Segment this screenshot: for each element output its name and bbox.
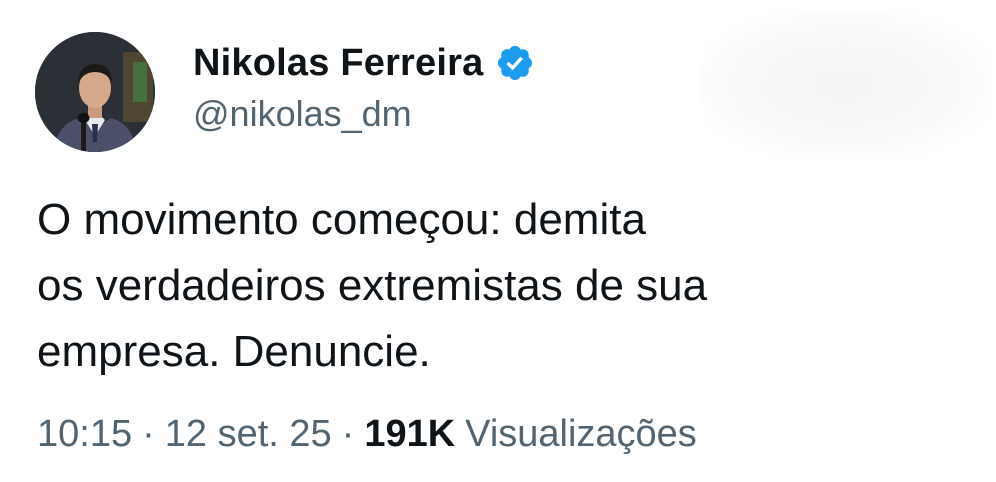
tweet-text-line: O movimento começou: demita [37,195,646,244]
verified-badge-icon[interactable] [495,43,535,83]
tweet-date[interactable]: 12 set. 25 [165,413,332,456]
tweet-text-line: os verdadeiros extremistas de sua [37,261,708,310]
tweet-card: Nikolas Ferreira @nikolas_dm O movimento… [0,0,996,482]
avatar-photo-icon [35,32,155,152]
avatar[interactable] [35,32,155,152]
tweet-meta: 10:15 · 12 set. 25 · 191K Visualizações [37,413,697,456]
views-count[interactable]: 191K [364,413,455,456]
views-label[interactable]: Visualizações [465,413,697,456]
author-handle[interactable]: @nikolas_dm [193,93,412,135]
meta-separator: · [142,413,155,455]
display-name[interactable]: Nikolas Ferreira [193,42,483,85]
author-name-row: Nikolas Ferreira [193,38,535,88]
tweet-text-line: empresa. Denuncie. [37,327,431,376]
tweet-text: O movimento começou: demita os verdadeir… [37,187,937,385]
tweet-time[interactable]: 10:15 [37,413,132,456]
background-smudge [700,10,990,160]
meta-separator: · [341,413,355,455]
